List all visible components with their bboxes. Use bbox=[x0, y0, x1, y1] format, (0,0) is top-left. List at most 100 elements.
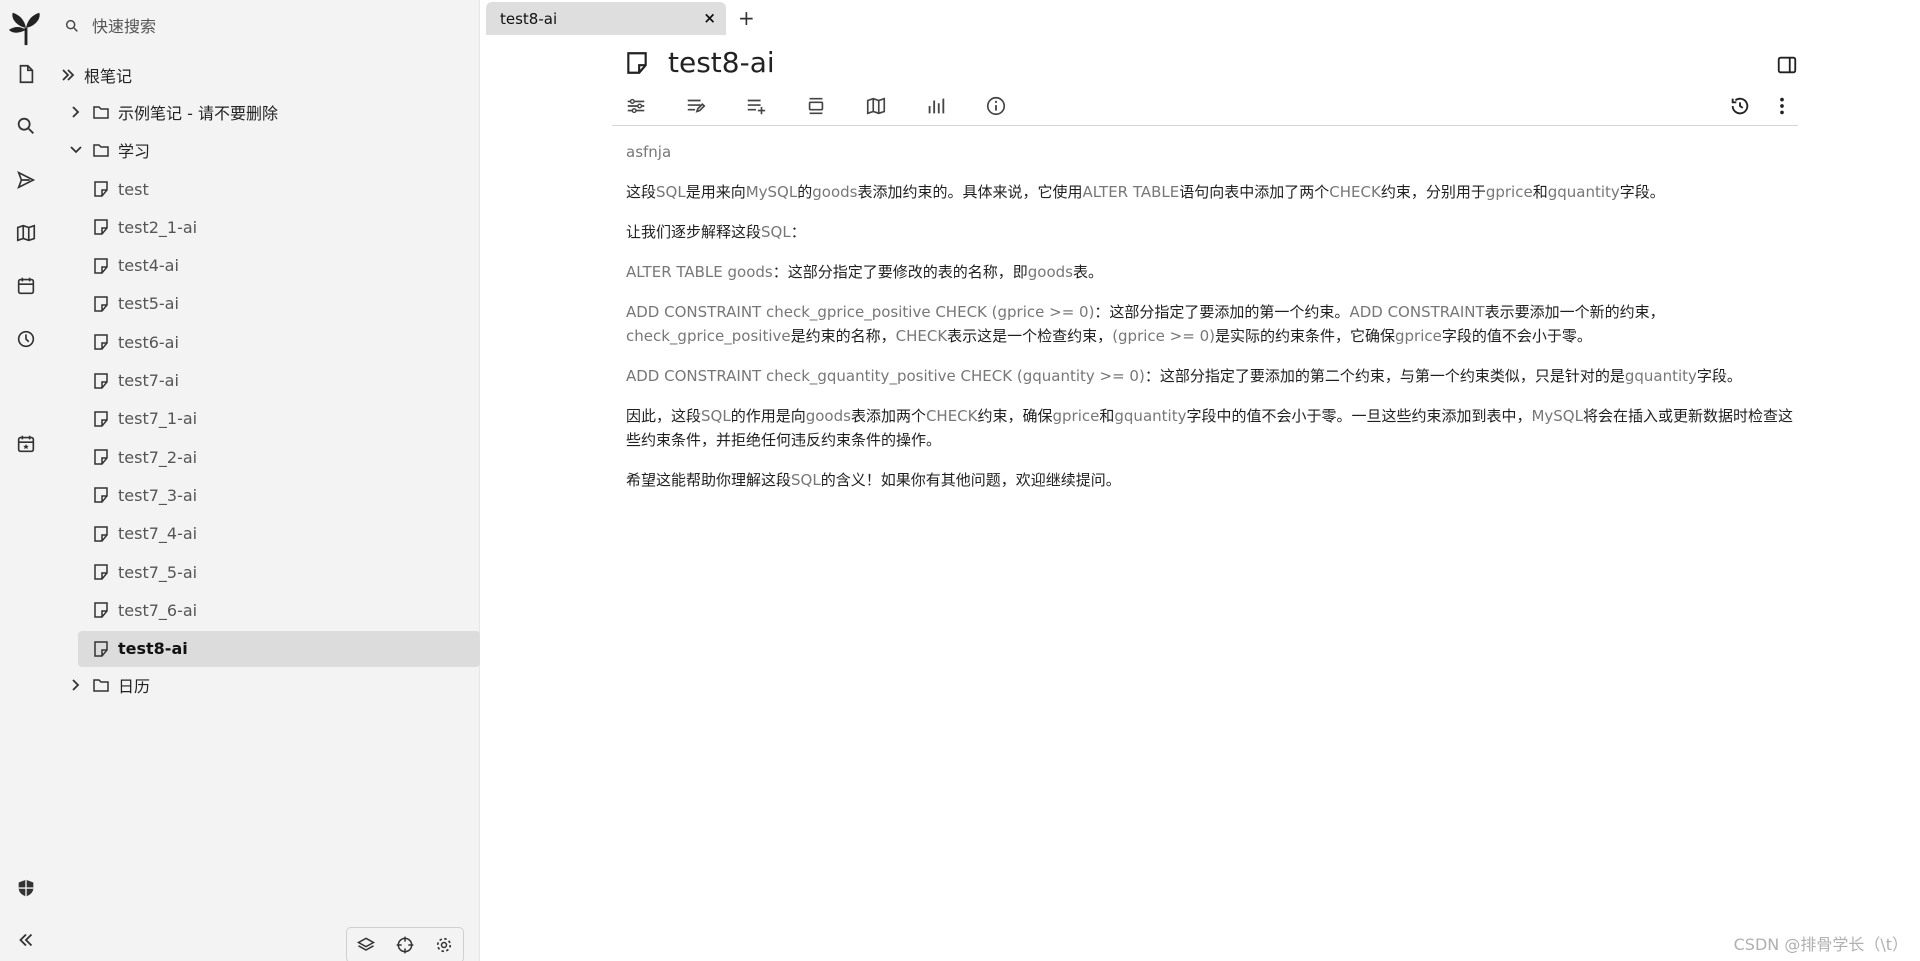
tree-note-label: test7_4-ai bbox=[118, 524, 198, 544]
body-text: 和 bbox=[1099, 407, 1115, 425]
app-logo-icon[interactable] bbox=[0, 6, 52, 50]
code-text: ADD CONSTRAINT check_gquantity_positive … bbox=[626, 367, 1145, 385]
new-note-icon[interactable] bbox=[0, 54, 52, 94]
body-text: 表添加约束的。具体来说，它使用 bbox=[857, 183, 1083, 201]
quick-search-input[interactable] bbox=[92, 16, 432, 36]
tree-note-item[interactable]: test8-ai bbox=[78, 630, 480, 667]
tab-title: test8-ai bbox=[500, 9, 558, 28]
tree-note-label: test8-ai bbox=[118, 639, 188, 659]
chevron-right-icon[interactable] bbox=[68, 104, 84, 120]
tree-note-item[interactable]: test7_3-ai bbox=[92, 477, 197, 513]
tree-note-item[interactable]: test7_2-ai bbox=[92, 439, 197, 475]
send-icon[interactable] bbox=[0, 160, 52, 200]
code-text: check_gprice_positive bbox=[626, 327, 791, 345]
code-text: MySQL bbox=[745, 183, 798, 201]
body-text: 是约束的名称， bbox=[790, 327, 896, 345]
tree-note-item[interactable]: test4-ai bbox=[92, 248, 179, 284]
crosshair-icon[interactable] bbox=[395, 935, 415, 955]
body-text: 的 bbox=[797, 183, 813, 201]
tree-note-label: test4-ai bbox=[118, 256, 179, 276]
tree-note-item[interactable]: test7-ai bbox=[92, 363, 179, 399]
tree-note-label: test7-ai bbox=[118, 371, 179, 390]
tree-note-item[interactable]: test7_4-ai bbox=[92, 516, 197, 552]
playlist-add-icon[interactable] bbox=[744, 94, 768, 118]
today-calendar-icon[interactable] bbox=[0, 424, 52, 464]
note-icon bbox=[92, 448, 110, 466]
body-text: 语句向表中添加了两个 bbox=[1179, 183, 1330, 201]
map-icon[interactable] bbox=[0, 213, 52, 253]
tree-root[interactable]: 根笔记 bbox=[60, 57, 132, 93]
tree-note-label: test7_6-ai bbox=[118, 600, 198, 620]
tree-note-item[interactable]: test5-ai bbox=[92, 286, 179, 322]
layers-icon[interactable] bbox=[356, 935, 376, 955]
body-text: 让我们逐步解释这段 bbox=[626, 223, 762, 241]
note-paragraph: 因此，这段SQL的作用是向goods表添加两个CHECK约束，确保gprice和… bbox=[626, 404, 1796, 452]
chevrons-right-icon[interactable] bbox=[60, 67, 76, 83]
note-content[interactable]: asfnja 这段SQL是用来向MySQL的goods表添加约束的。具体来说，它使… bbox=[626, 140, 1796, 508]
chevron-right-icon[interactable] bbox=[68, 677, 84, 693]
gear-icon[interactable] bbox=[434, 935, 454, 955]
code-text: SQL bbox=[701, 407, 731, 425]
code-text: gquantity bbox=[1624, 367, 1697, 385]
tree-item-study[interactable]: 学习 bbox=[68, 132, 150, 168]
note-icon bbox=[92, 525, 110, 543]
folder-icon bbox=[92, 676, 110, 694]
tree-note-item[interactable]: test6-ai bbox=[92, 324, 179, 360]
tree-item-calendar[interactable]: 日历 bbox=[68, 667, 150, 703]
note-paragraph: ADD CONSTRAINT check_gquantity_positive … bbox=[626, 364, 1796, 388]
note-type-icon[interactable] bbox=[624, 50, 650, 76]
note-paragraph: 这段SQL是用来向MySQL的goods表添加约束的。具体来说，它使用ALTER… bbox=[626, 180, 1796, 204]
chevron-down-icon[interactable] bbox=[68, 142, 84, 158]
collapse-sidebar-icon[interactable] bbox=[0, 920, 52, 960]
body-text: 约束，分别用于 bbox=[1380, 183, 1486, 201]
tree-note-label: test6-ai bbox=[118, 332, 179, 352]
history-icon[interactable] bbox=[0, 319, 52, 359]
protected-session-icon[interactable] bbox=[0, 868, 52, 908]
body-text: 是实际的约束条件，它确保 bbox=[1214, 327, 1395, 345]
tree-note-label: test bbox=[118, 179, 149, 199]
toggle-right-pane-icon[interactable] bbox=[1776, 54, 1798, 76]
note-properties-icon[interactable] bbox=[624, 94, 648, 118]
note-icon bbox=[92, 410, 110, 428]
calendar-icon[interactable] bbox=[0, 266, 52, 306]
note-title[interactable]: test8-ai bbox=[668, 46, 775, 79]
search-icon[interactable] bbox=[0, 106, 52, 146]
tree-item-examples[interactable]: 示例笔记 - 请不要删除 bbox=[68, 94, 278, 130]
tree-note-label: test7_1-ai bbox=[118, 409, 198, 429]
note-paragraph: ALTER TABLE goods：这部分指定了要修改的表的名称，即goods表… bbox=[626, 260, 1796, 284]
tree-note-item[interactable]: test7_5-ai bbox=[92, 554, 197, 590]
body-text: ：这部分指定了要添加的第一个约束。 bbox=[1094, 303, 1350, 321]
code-text: (gprice >= 0) bbox=[1112, 327, 1215, 345]
body-text: 字段的值不会小于零。 bbox=[1441, 327, 1592, 345]
tree-note-label: test5-ai bbox=[118, 294, 179, 314]
tree-note-label: test2_1-ai bbox=[118, 217, 198, 237]
code-text: CHECK bbox=[925, 407, 978, 425]
body-text: 表示要添加一个新的约束， bbox=[1484, 303, 1665, 321]
edit-list-icon[interactable] bbox=[684, 94, 708, 118]
note-map-icon[interactable] bbox=[864, 94, 888, 118]
tree-note-item[interactable]: test7_6-ai bbox=[92, 592, 197, 628]
note-paragraph: asfnja bbox=[626, 140, 1796, 164]
body-text: 约束，确保 bbox=[977, 407, 1053, 425]
close-icon[interactable]: × bbox=[703, 10, 716, 26]
note-revisions-icon[interactable] bbox=[1728, 94, 1752, 118]
tree-note-item[interactable]: test7_1-ai bbox=[92, 401, 197, 437]
code-text: SQL bbox=[761, 223, 791, 241]
tab-test8-ai[interactable]: test8-ai × bbox=[486, 2, 726, 35]
new-tab-button[interactable]: + bbox=[738, 6, 755, 30]
tree-note-item[interactable]: test bbox=[92, 171, 149, 207]
info-icon[interactable] bbox=[984, 94, 1008, 118]
body-text: 字段中的值不会小于零。一旦这些约束添加到表中， bbox=[1186, 407, 1532, 425]
more-options-icon[interactable] bbox=[1770, 94, 1794, 118]
code-text: CHECK bbox=[1329, 183, 1381, 201]
tree-note-item[interactable]: test2_1-ai bbox=[92, 209, 197, 245]
note-icon bbox=[92, 218, 110, 236]
note-icon bbox=[92, 180, 110, 198]
folder-icon bbox=[92, 103, 110, 121]
body-text: 是用来向 bbox=[685, 183, 746, 201]
collapse-content-icon[interactable] bbox=[804, 94, 828, 118]
search-icon bbox=[65, 19, 78, 32]
similar-notes-icon[interactable] bbox=[924, 94, 948, 118]
body-text: 表示这是一个检查约束， bbox=[947, 327, 1113, 345]
tab-bar: test8-ai × + bbox=[480, 0, 1920, 36]
